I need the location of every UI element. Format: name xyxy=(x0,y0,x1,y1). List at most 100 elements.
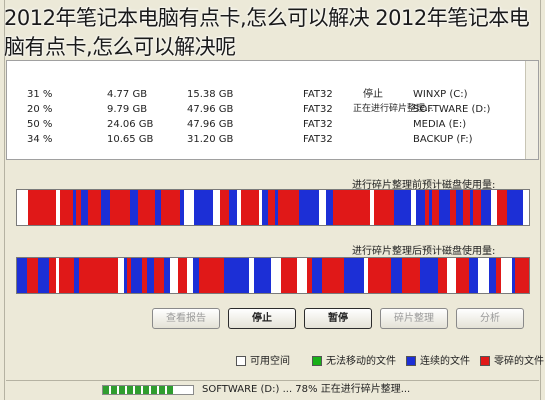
cluster-block xyxy=(420,258,429,293)
cluster-block xyxy=(382,190,388,225)
volume-capacity: 31.20 GB xyxy=(187,134,234,145)
cluster-block xyxy=(161,190,167,225)
cluster-block xyxy=(374,190,382,225)
cluster-block xyxy=(323,190,326,225)
legend-unmovable: 无法移动的文件 xyxy=(312,352,396,367)
defragment-button[interactable]: 碎片整理 xyxy=(380,308,448,329)
defrag-progress-bar xyxy=(102,385,194,395)
cluster-block xyxy=(235,258,240,293)
cluster-block xyxy=(463,258,469,293)
defrag-progress-fill xyxy=(103,386,174,394)
cluster-block xyxy=(370,190,374,225)
cluster-block xyxy=(355,258,364,293)
cluster-block xyxy=(491,190,497,225)
legend-free-space: 可用空间 xyxy=(236,352,290,367)
cluster-block xyxy=(333,190,343,225)
cluster-block xyxy=(118,258,124,293)
volume-list[interactable]: WINXP (C:) 停止 FAT32 15.38 GB 4.77 GB 31 … xyxy=(6,60,539,160)
cluster-block xyxy=(56,258,59,293)
cluster-block xyxy=(187,258,193,293)
cluster-block xyxy=(473,190,481,225)
volume-row[interactable]: WINXP (C:) 停止 FAT32 15.38 GB 4.77 GB 31 … xyxy=(7,87,538,102)
cluster-block xyxy=(178,258,187,293)
volume-row[interactable]: MEDIA (E:) FAT32 47.96 GB 24.06 GB 50 % xyxy=(7,117,538,132)
after-defrag-label: 进行碎片整理后预计磁盘使用量: xyxy=(352,246,496,257)
cluster-block xyxy=(275,190,278,225)
cluster-block xyxy=(240,258,249,293)
analyze-button[interactable]: 分析 xyxy=(456,308,524,329)
cluster-block xyxy=(108,258,118,293)
after-defrag-map xyxy=(16,257,530,294)
cluster-block xyxy=(130,190,138,225)
stop-button[interactable]: 停止 xyxy=(228,308,296,329)
cluster-block xyxy=(312,258,322,293)
cluster-block xyxy=(463,190,470,225)
cluster-block xyxy=(17,258,27,293)
cluster-block xyxy=(332,258,339,293)
cluster-block xyxy=(42,190,48,225)
cluster-block xyxy=(184,190,194,225)
cluster-block xyxy=(28,190,31,225)
cluster-block xyxy=(124,258,127,293)
cluster-block xyxy=(252,190,259,225)
volume-name: WINXP (C:) xyxy=(413,89,468,100)
cluster-block xyxy=(193,258,199,293)
cluster-block xyxy=(268,190,275,225)
volume-free-pct: 31 % xyxy=(27,89,53,100)
legend-fragmented: 零碎的文件 xyxy=(480,352,544,367)
page-title: 2012年笔记本电脑有点卡,怎么可以解决 2012年笔记本电脑有点卡,怎么可以解… xyxy=(4,6,530,59)
legend-contiguous: 连续的文件 xyxy=(406,352,470,367)
cluster-block xyxy=(170,258,178,293)
cluster-block xyxy=(376,258,381,293)
fragmented-swatch xyxy=(480,356,490,366)
cluster-block xyxy=(101,190,110,225)
cluster-block xyxy=(391,258,395,293)
cluster-block xyxy=(171,190,180,225)
status-bar: SOFTWARE (D:) ... 78% 正在进行碎片整理... xyxy=(6,380,539,399)
volume-status: 停止 xyxy=(363,89,383,100)
cluster-block xyxy=(322,258,332,293)
pause-button[interactable]: 暂停 xyxy=(304,308,372,329)
cluster-block xyxy=(394,190,405,225)
status-text: SOFTWARE (D:) ... 78% 正在进行碎片整理... xyxy=(202,384,411,395)
cluster-block xyxy=(113,190,119,225)
cluster-block xyxy=(17,190,28,225)
volume-free: 10.65 GB xyxy=(107,134,154,145)
volume-capacity: 47.96 GB xyxy=(187,119,234,130)
cluster-block xyxy=(523,190,529,225)
cluster-block xyxy=(402,258,409,293)
cluster-block xyxy=(110,190,113,225)
before-defrag-map-graphic xyxy=(17,190,529,225)
volume-name: MEDIA (E:) xyxy=(413,119,467,130)
cluster-block xyxy=(307,258,312,293)
cluster-block xyxy=(288,190,299,225)
cluster-block xyxy=(411,190,416,225)
volume-row[interactable]: BACKUP (F:) FAT32 31.20 GB 10.65 GB 34 % xyxy=(7,132,538,147)
cluster-block xyxy=(439,190,450,225)
cluster-block xyxy=(456,258,463,293)
cluster-block xyxy=(512,258,515,293)
cluster-block xyxy=(56,190,60,225)
cluster-block xyxy=(409,258,420,293)
cluster-block xyxy=(297,258,307,293)
cluster-block xyxy=(38,258,49,293)
cluster-block xyxy=(79,258,90,293)
cluster-block xyxy=(254,258,261,293)
view-report-button[interactable]: 查看报告 xyxy=(152,308,220,329)
contiguous-swatch xyxy=(406,356,416,366)
cluster-block xyxy=(142,258,147,293)
free-space-swatch xyxy=(236,356,246,366)
cluster-block xyxy=(354,190,357,225)
cluster-block xyxy=(522,258,529,293)
cluster-block xyxy=(290,258,297,293)
volume-list-scrollbar[interactable] xyxy=(525,61,538,159)
legend-free-label: 可用空间 xyxy=(250,356,290,367)
volume-name: BACKUP (F:) xyxy=(413,134,473,145)
cluster-block xyxy=(154,258,164,293)
volume-fs: FAT32 xyxy=(303,119,333,130)
volume-row[interactable]: SOFTWARE (D:) FAT32 正在进行碎片整理... 47.96 GB… xyxy=(7,102,538,117)
volume-free: 24.06 GB xyxy=(107,119,154,130)
cluster-block xyxy=(344,258,355,293)
cluster-block xyxy=(213,190,220,225)
volume-free-pct: 34 % xyxy=(27,134,53,145)
